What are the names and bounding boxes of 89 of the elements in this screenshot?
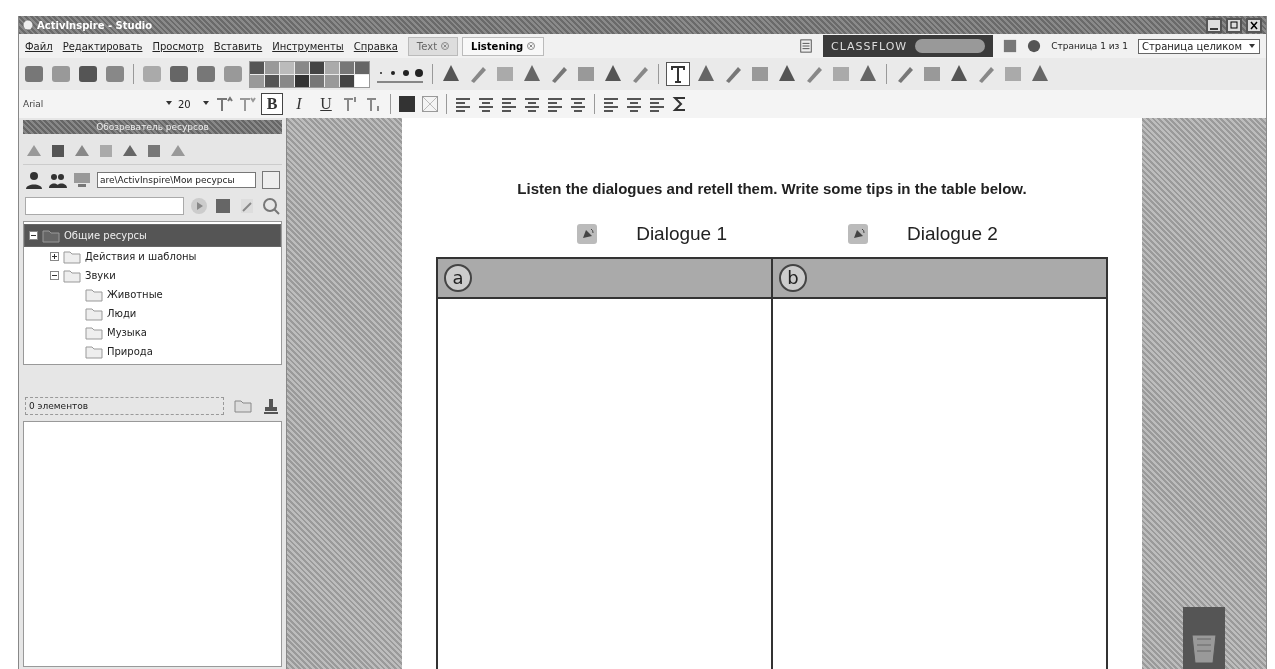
color-palette[interactable] bbox=[249, 60, 370, 88]
dialogue-label: Dialogue 1 bbox=[636, 223, 727, 245]
close-tab-icon[interactable] bbox=[527, 42, 536, 50]
bold-button[interactable]: B bbox=[261, 93, 283, 115]
no-fill-icon[interactable] bbox=[421, 95, 439, 113]
folder-icon bbox=[85, 306, 103, 321]
menu-item[interactable]: Вставить bbox=[213, 40, 263, 52]
resource-icon[interactable] bbox=[49, 142, 67, 160]
menu-item[interactable]: Редактировать bbox=[62, 40, 143, 52]
fill-color-icon[interactable] bbox=[398, 95, 416, 113]
grow-font-icon[interactable] bbox=[215, 95, 233, 113]
app-icon bbox=[23, 20, 33, 30]
path-field[interactable]: are\ActivInspire\Мои ресурсы bbox=[97, 172, 256, 188]
window-title: ActivInspire - Studio bbox=[37, 19, 153, 31]
users-icon[interactable] bbox=[49, 171, 67, 189]
restore-button[interactable] bbox=[1226, 17, 1242, 33]
menu-item[interactable]: Справка bbox=[353, 40, 398, 52]
grid-icon[interactable] bbox=[214, 197, 232, 215]
panel-title: Обозреватель ресурсов bbox=[96, 122, 209, 132]
minimize-button[interactable] bbox=[1206, 17, 1222, 33]
sound-icon[interactable] bbox=[847, 223, 869, 245]
tree-item[interactable]: Звуки bbox=[24, 266, 281, 285]
search-field[interactable] bbox=[25, 197, 184, 215]
item-count: 0 элементов bbox=[25, 397, 224, 415]
menu-item[interactable]: Инструменты bbox=[272, 40, 344, 52]
play-icon[interactable] bbox=[190, 197, 208, 215]
tree-item[interactable]: Музыка bbox=[24, 323, 281, 342]
browse-button[interactable] bbox=[262, 171, 280, 189]
dialogue-label: Dialogue 2 bbox=[907, 223, 998, 245]
page-indicator: Страница 1 из 1 bbox=[1051, 41, 1128, 51]
caret-icon[interactable] bbox=[1248, 42, 1256, 50]
expander-icon[interactable] bbox=[50, 271, 59, 280]
text-tool-icon[interactable] bbox=[666, 62, 690, 86]
zoom-dropdown[interactable]: Страница целиком bbox=[1138, 38, 1260, 54]
paragraph-icon[interactable] bbox=[625, 95, 643, 113]
tree-item[interactable]: Действия и шаблоны bbox=[24, 247, 281, 266]
tree-item[interactable]: Природа bbox=[24, 342, 281, 361]
folder-icon bbox=[85, 287, 103, 302]
search-icon[interactable] bbox=[262, 197, 280, 215]
italic-button[interactable]: I bbox=[288, 93, 310, 115]
computer-icon[interactable] bbox=[73, 171, 91, 189]
classflow-label: CLASSFLOW bbox=[831, 39, 908, 53]
paragraph-icon[interactable] bbox=[648, 95, 666, 113]
folder-icon bbox=[63, 268, 81, 283]
stamp-icon[interactable] bbox=[262, 397, 280, 415]
tool-icon[interactable] bbox=[77, 63, 99, 85]
paragraph-icon[interactable] bbox=[523, 95, 541, 113]
notes-icon[interactable] bbox=[799, 39, 814, 53]
document-tab[interactable]: Listening bbox=[462, 36, 545, 56]
edit-icon[interactable] bbox=[238, 197, 256, 215]
tool-icon[interactable] bbox=[23, 63, 45, 85]
paragraph-icon[interactable] bbox=[500, 95, 518, 113]
paragraph-icon[interactable] bbox=[546, 95, 564, 113]
paragraph-icon[interactable] bbox=[477, 95, 495, 113]
document-tab[interactable]: Text bbox=[407, 36, 459, 56]
tool-icon[interactable] bbox=[168, 63, 190, 85]
close-button[interactable] bbox=[1246, 17, 1262, 33]
shrink-font-icon[interactable] bbox=[238, 95, 256, 113]
tree-item[interactable]: Животные bbox=[24, 285, 281, 304]
folder-icon bbox=[85, 325, 103, 340]
folder-icon bbox=[63, 249, 81, 264]
caret-icon[interactable] bbox=[202, 98, 210, 107]
font-field[interactable]: Arial bbox=[23, 99, 173, 109]
paragraph-icon[interactable] bbox=[569, 95, 587, 113]
tool-icon[interactable] bbox=[104, 63, 126, 85]
expander-icon[interactable] bbox=[50, 252, 59, 261]
connect-button[interactable] bbox=[915, 39, 986, 53]
menu-item[interactable]: Просмотр bbox=[152, 40, 204, 52]
size-field[interactable]: 20 bbox=[178, 98, 210, 110]
user-icon[interactable] bbox=[25, 171, 43, 189]
close-tab-icon[interactable] bbox=[441, 42, 450, 50]
folder-icon bbox=[85, 344, 103, 359]
paragraph-icon[interactable] bbox=[602, 95, 620, 113]
column-label: a bbox=[444, 264, 472, 292]
expander-icon[interactable] bbox=[29, 231, 38, 240]
paragraph-icon[interactable] bbox=[454, 95, 472, 113]
caret-icon[interactable] bbox=[165, 99, 173, 107]
tool-icon[interactable] bbox=[1003, 39, 1018, 53]
tree-item[interactable]: Общие ресурсы bbox=[24, 224, 281, 247]
column-label: b bbox=[779, 264, 807, 292]
underline-button[interactable]: U bbox=[315, 93, 337, 115]
menu-item[interactable]: Файл bbox=[25, 40, 53, 52]
tool-icon[interactable] bbox=[195, 63, 217, 85]
tree-item[interactable]: Люди bbox=[24, 304, 281, 323]
instruction-text: Listen the dialogues and retell them. Write some tips in the table below. bbox=[517, 180, 1027, 197]
resource-icon[interactable] bbox=[145, 142, 163, 160]
folder-icon bbox=[42, 228, 60, 243]
sound-icon[interactable] bbox=[576, 223, 599, 245]
trash-widget[interactable] bbox=[1183, 607, 1225, 669]
